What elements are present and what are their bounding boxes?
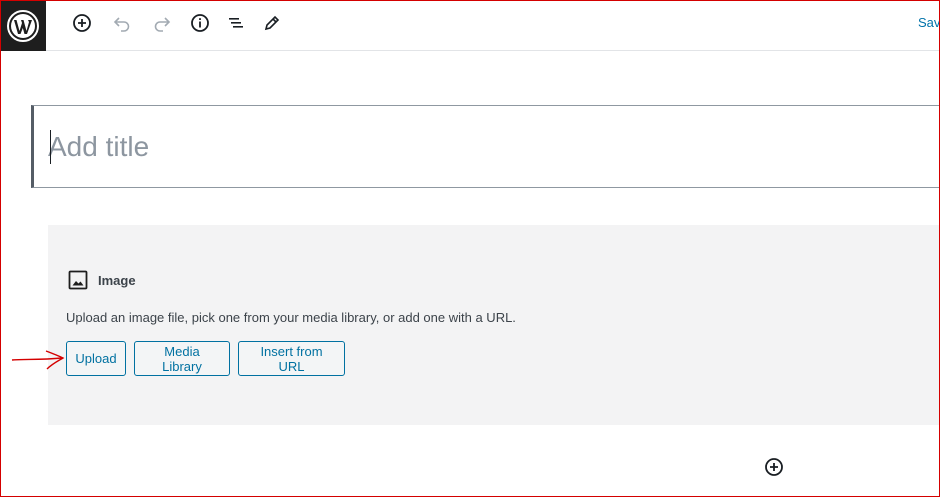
post-title-area [31, 105, 940, 188]
add-block-icon [73, 14, 91, 32]
editor-toolbar: Sav [0, 0, 940, 51]
add-block-button[interactable] [68, 9, 96, 37]
block-inserter-button[interactable] [763, 456, 785, 478]
post-title-input[interactable] [48, 106, 928, 187]
text-caret [50, 130, 51, 164]
redo-icon [154, 17, 171, 32]
undo-button[interactable] [108, 9, 136, 37]
image-block-placeholder: Image Upload an image file, pick one fro… [48, 225, 940, 425]
media-library-button[interactable]: Media Library [134, 341, 230, 376]
image-block-actions: Upload Media Library Insert from URL [66, 341, 353, 376]
info-icon [191, 14, 209, 32]
wordpress-logo-icon[interactable] [0, 0, 46, 51]
annotation-arrow-icon [11, 350, 65, 370]
edit-mode-button[interactable] [258, 9, 286, 37]
edit-pencil-icon [264, 15, 280, 31]
info-button[interactable] [186, 9, 214, 37]
outline-button[interactable] [222, 9, 250, 37]
outline-icon [229, 18, 243, 28]
image-block-label: Image [68, 270, 136, 290]
image-block-title: Image [98, 272, 136, 288]
undo-icon [113, 17, 130, 32]
image-block-instructions: Upload an image file, pick one from your… [66, 310, 516, 325]
redo-button[interactable] [148, 9, 176, 37]
upload-button[interactable]: Upload [66, 341, 126, 376]
image-icon [68, 270, 88, 290]
add-block-icon [765, 458, 783, 476]
insert-from-url-button[interactable]: Insert from URL [238, 341, 345, 376]
save-draft-link[interactable]: Sav [918, 15, 940, 30]
